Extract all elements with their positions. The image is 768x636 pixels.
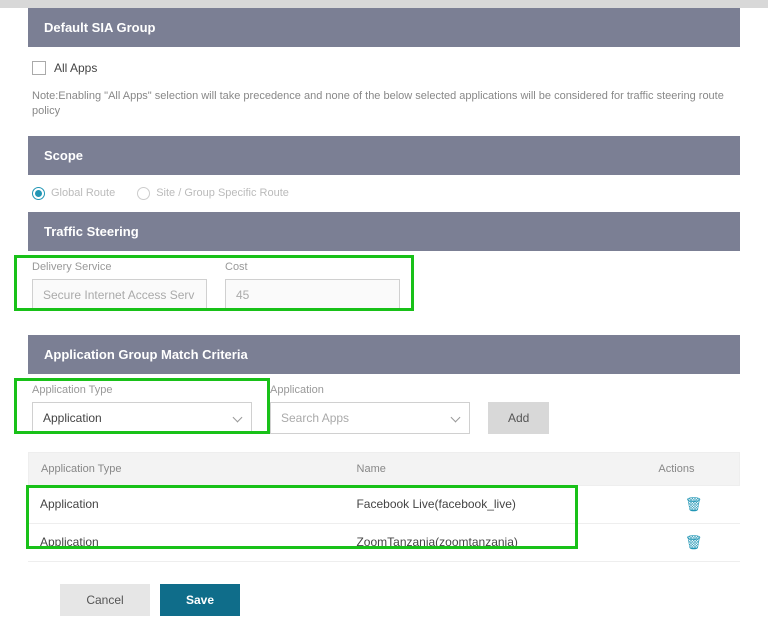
chevron-down-icon: [451, 413, 461, 423]
cell-name: Facebook Live(facebook_live): [356, 497, 659, 511]
delivery-service-input[interactable]: [32, 279, 207, 311]
application-label: Application: [270, 384, 470, 396]
application-type-label: Application Type: [32, 384, 252, 396]
col-name: Name: [357, 463, 659, 475]
header-scope: Scope: [28, 136, 740, 175]
table-row: Application ZoomTanzania(zoomtanzania) 🗑: [28, 524, 740, 562]
application-search-select[interactable]: Search Apps: [270, 402, 470, 434]
header-app-match: Application Group Match Criteria: [28, 335, 740, 374]
cell-type: Application: [40, 497, 356, 511]
radio-global-route[interactable]: Global Route: [32, 187, 115, 200]
cost-input[interactable]: [225, 279, 400, 311]
cell-name: ZoomTanzania(zoomtanzania): [356, 535, 659, 549]
trash-icon[interactable]: 🗑: [685, 534, 703, 551]
all-apps-label: All Apps: [54, 61, 97, 75]
all-apps-checkbox[interactable]: [32, 61, 46, 75]
col-application-type: Application Type: [41, 463, 357, 475]
radio-site-route[interactable]: Site / Group Specific Route: [137, 187, 289, 200]
delivery-service-label: Delivery Service: [32, 261, 207, 273]
radio-global-label: Global Route: [51, 187, 115, 199]
header-default-sia: Default SIA Group: [28, 8, 740, 47]
radio-site-label: Site / Group Specific Route: [156, 187, 289, 199]
table-header-row: Application Type Name Actions: [28, 452, 740, 486]
application-placeholder: Search Apps: [281, 411, 349, 425]
cost-label: Cost: [225, 261, 400, 273]
all-apps-note: Note:Enabling "All Apps" selection will …: [28, 79, 740, 136]
trash-icon[interactable]: 🗑: [685, 496, 703, 513]
application-type-select[interactable]: Application: [32, 402, 252, 434]
header-traffic-steering: Traffic Steering: [28, 212, 740, 251]
cancel-button[interactable]: Cancel: [60, 584, 150, 616]
chevron-down-icon: [233, 413, 243, 423]
application-type-value: Application: [43, 411, 102, 425]
add-button[interactable]: Add: [488, 402, 549, 434]
cell-type: Application: [40, 535, 356, 549]
col-actions: Actions: [658, 463, 727, 475]
save-button[interactable]: Save: [160, 584, 240, 616]
table-row: Application Facebook Live(facebook_live)…: [28, 486, 740, 524]
